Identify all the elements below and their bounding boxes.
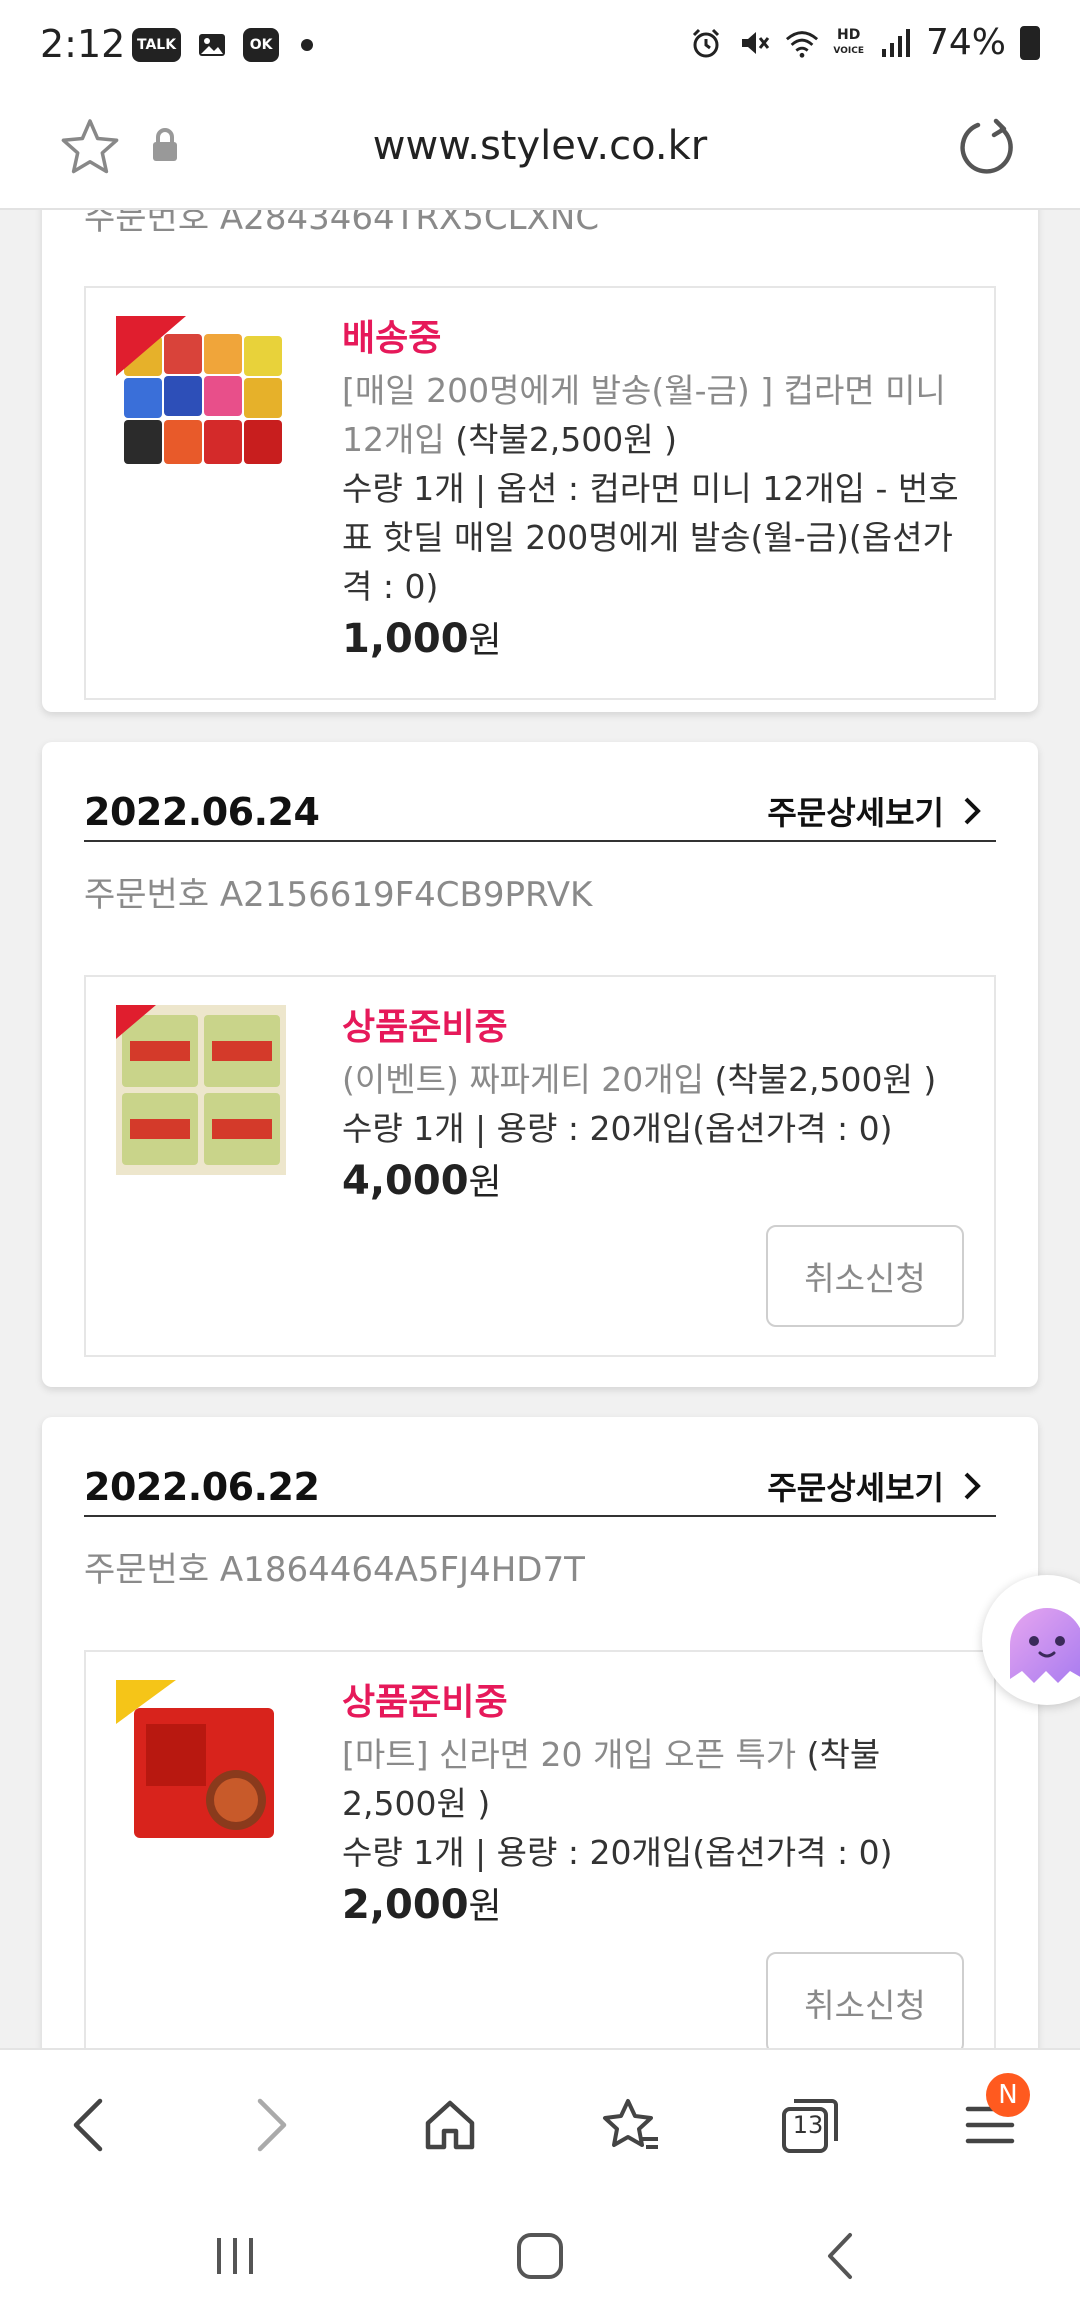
- shipping-fee: (착불2,500원 ): [714, 1060, 937, 1099]
- order-card: 주문번호 A2843464TRX5CLXNC 배송중 [매일 200명에게 발송…: [42, 210, 1038, 712]
- order-status: 상품준비중: [342, 1682, 508, 1723]
- product-name[interactable]: [매일 200명에게 발송(월-금) ] 컵라면 미니 12개입 (착불2,50…: [342, 366, 962, 464]
- notification-icons: TALK OK: [132, 28, 314, 62]
- recent-apps-button[interactable]: [195, 2226, 275, 2286]
- item-price: 4,000원: [342, 1158, 502, 1204]
- order-detail-link[interactable]: 주문상세보기: [767, 1463, 982, 1509]
- reload-icon[interactable]: [956, 115, 1020, 183]
- back-button[interactable]: [48, 2085, 128, 2165]
- ghost-chat-icon: [1010, 1608, 1080, 1683]
- chevron-right-icon: [964, 797, 981, 825]
- order-status: 배송중: [342, 318, 442, 359]
- ok-cashbag-icon: OK: [243, 28, 280, 62]
- recent-apps-icon: [217, 2238, 253, 2274]
- home-nav-button[interactable]: [500, 2226, 580, 2286]
- order-number: 주문번호 A1864464A5FJ4HD7T: [84, 1550, 585, 1590]
- kakaotalk-icon: TALK: [132, 28, 182, 62]
- product-thumbnail: [116, 1680, 286, 1850]
- signal-icon: [878, 26, 912, 60]
- cancel-request-button[interactable]: 취소신청: [766, 1225, 964, 1327]
- item-info: 배송중 [매일 200명에게 발송(월-금) ] 컵라면 미니 12개입 (착불…: [342, 312, 962, 669]
- back-arrow-icon: [73, 2098, 103, 2152]
- home-icon: [425, 2100, 475, 2150]
- item-price: 2,000원: [342, 1882, 502, 1928]
- bookmarks-button[interactable]: [590, 2085, 670, 2165]
- home-button[interactable]: [410, 2085, 490, 2165]
- wifi-icon: [785, 26, 819, 60]
- chatbot-button[interactable]: [982, 1575, 1080, 1705]
- system-navigation-bar: [0, 2198, 1080, 2316]
- item-option: 수량 1개 | 용량 : 20개입(옵션가격 : 0): [342, 1109, 893, 1148]
- browser-toolbar: 13 N: [0, 2048, 1080, 2198]
- mute-icon: [737, 26, 771, 60]
- chevron-right-icon: [964, 1472, 981, 1500]
- order-detail-link[interactable]: 주문상세보기: [767, 788, 982, 834]
- product-thumbnail: [116, 316, 286, 486]
- back-chevron-icon: [828, 2233, 852, 2279]
- order-date: 2022.06.24: [84, 790, 320, 834]
- hd-voice-icon: HD VOICE: [833, 26, 864, 56]
- order-date: 2022.06.22: [84, 1465, 320, 1509]
- image-icon: [195, 28, 229, 62]
- product-name[interactable]: (이벤트) 짜파게티 20개입 (착불2,500원 ): [342, 1055, 962, 1104]
- order-status: 상품준비중: [342, 1007, 508, 1048]
- menu-button[interactable]: N: [950, 2073, 1030, 2165]
- item-info: 상품준비중 (이벤트) 짜파게티 20개입 (착불2,500원 ) 수량 1개 …: [342, 1001, 962, 1211]
- status-time: 2:12: [40, 22, 126, 66]
- status-bar: 2:12 TALK OK HD VOICE 74%: [0, 0, 1080, 95]
- new-badge: N: [986, 2073, 1030, 2117]
- product-thumbnail: [116, 1005, 286, 1175]
- item-price: 1,000원: [342, 616, 502, 662]
- order-card: 2022.06.24 주문상세보기 주문번호 A2156619F4CB9PRVK…: [42, 742, 1038, 1387]
- battery-percent: 74%: [925, 22, 1006, 63]
- item-info: 상품준비중 [마트] 신라면 20 개입 오픈 특가 (착불2,500원 ) 수…: [342, 1676, 962, 1935]
- order-list: 주문번호 A2843464TRX5CLXNC 배송중 [매일 200명에게 발송…: [0, 210, 1080, 2048]
- cancel-request-button[interactable]: 취소신청: [766, 1952, 964, 2048]
- home-square-icon: [517, 2233, 563, 2279]
- order-item[interactable]: 상품준비중 (이벤트) 짜파게티 20개입 (착불2,500원 ) 수량 1개 …: [84, 975, 996, 1357]
- order-number: 주문번호 A2156619F4CB9PRVK: [84, 875, 593, 915]
- item-option: 수량 1개 | 옵션 : 컵라면 미니 12개입 - 번호표 핫딜 매일 200…: [342, 469, 959, 606]
- order-number: 주문번호 A2843464TRX5CLXNC: [84, 210, 600, 238]
- bookmarks-star-icon: [603, 2099, 658, 2149]
- more-notifications-dot: [301, 39, 314, 51]
- order-card: 2022.06.22 주문상세보기 주문번호 A1864464A5FJ4HD7T…: [42, 1417, 1038, 2048]
- product-name[interactable]: [마트] 신라면 20 개입 오픈 특가 (착불2,500원 ): [342, 1730, 962, 1828]
- alarm-icon: [689, 26, 723, 60]
- forward-button[interactable]: [232, 2085, 312, 2165]
- browser-url-bar: www.stylev.co.kr: [0, 95, 1080, 210]
- battery-icon: [1020, 25, 1040, 60]
- tabs-button[interactable]: 13: [770, 2085, 850, 2165]
- shipping-fee: (착불2,500원 ): [455, 420, 678, 459]
- url-text[interactable]: www.stylev.co.kr: [0, 123, 1080, 169]
- tabs-count: 13: [792, 2111, 824, 2139]
- order-card-header: 2022.06.22 주문상세보기: [84, 1447, 996, 1517]
- back-nav-button[interactable]: [800, 2226, 880, 2286]
- order-card-header: 2022.06.24 주문상세보기: [84, 772, 996, 842]
- order-item[interactable]: 배송중 [매일 200명에게 발송(월-금) ] 컵라면 미니 12개입 (착불…: [84, 286, 996, 700]
- system-icons: HD VOICE 74%: [689, 22, 1040, 63]
- item-option: 수량 1개 | 용량 : 20개입(옵션가격 : 0): [342, 1833, 893, 1872]
- order-item[interactable]: 상품준비중 [마트] 신라면 20 개입 오픈 특가 (착불2,500원 ) 수…: [84, 1650, 996, 2048]
- forward-arrow-icon: [257, 2098, 287, 2152]
